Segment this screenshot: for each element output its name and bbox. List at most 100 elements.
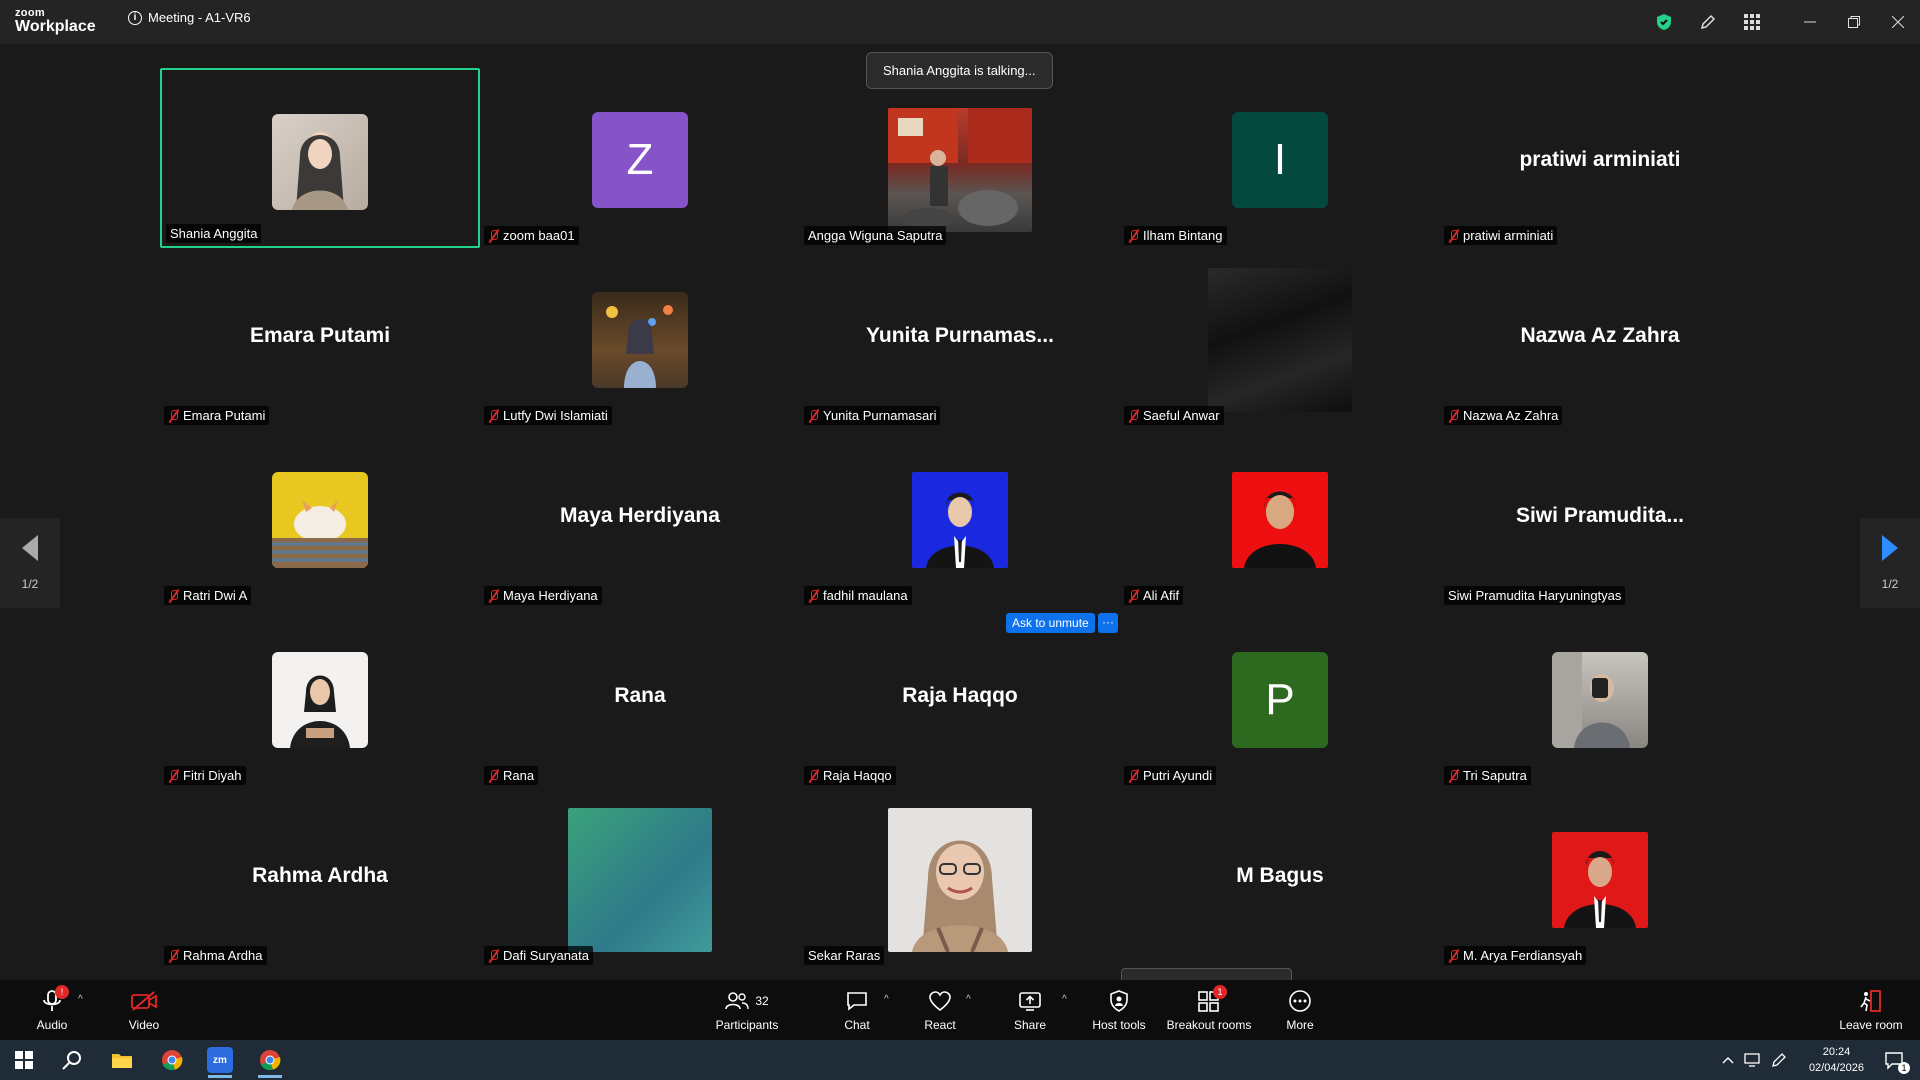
previous-page-button[interactable]: 1/2 <box>0 518 60 608</box>
next-page-button[interactable]: 1/2 <box>1860 518 1920 608</box>
audio-button[interactable]: ! Audio <box>30 980 74 1040</box>
participant-photo <box>1552 652 1648 748</box>
close-icon[interactable] <box>1876 0 1920 44</box>
pen-workspace-icon[interactable] <box>1766 1044 1792 1076</box>
windows-start-icon[interactable] <box>4 1044 44 1076</box>
leave-room-button[interactable]: Leave room <box>1836 980 1906 1040</box>
host-tools-button[interactable]: Host tools <box>1088 980 1150 1040</box>
participant-tile[interactable]: Fitri Diyah <box>160 608 480 788</box>
video-off-icon <box>131 990 157 1011</box>
video-button[interactable]: Video <box>122 980 166 1040</box>
more-label: More <box>1286 1017 1314 1032</box>
zoom-taskbar-icon[interactable]: zm <box>200 1044 240 1078</box>
mic-muted-icon <box>488 769 500 783</box>
participant-name-label: Maya Herdiyana <box>484 586 602 605</box>
participant-display-name: Rahma Ardha <box>252 864 388 887</box>
taskbar-clock[interactable]: 20:24 02/04/2026 <box>1809 1044 1864 1076</box>
participants-label: Participants <box>715 1017 779 1032</box>
chat-button[interactable]: Chat <box>838 980 876 1040</box>
chat-options-caret-icon[interactable]: ^ <box>884 994 889 1005</box>
tray-chevron-icon[interactable] <box>1716 1044 1740 1076</box>
participant-initial-avatar: Z <box>592 112 688 208</box>
participant-name-label: Dafi Suryanata <box>484 946 593 965</box>
breakout-rooms-label: Breakout rooms <box>1166 1017 1252 1032</box>
mic-muted-icon <box>808 589 820 603</box>
participant-tile[interactable]: Nazwa Az Zahra Nazwa Az Zahra <box>1440 248 1760 428</box>
react-options-caret-icon[interactable]: ^ <box>966 994 971 1005</box>
chrome-window-icon[interactable] <box>250 1044 290 1078</box>
participant-tile[interactable]: fadhil maulana <box>800 428 1120 608</box>
more-dots-icon <box>1289 989 1311 1012</box>
participant-tile[interactable]: Maya Herdiyana Maya Herdiyana <box>480 428 800 608</box>
chrome-icon[interactable] <box>152 1044 192 1076</box>
participant-photo <box>272 472 368 568</box>
participant-tile[interactable]: Sekar Raras <box>800 788 1120 968</box>
participant-tile[interactable]: Shania Anggita <box>160 68 480 248</box>
mic-muted-icon <box>1128 409 1140 423</box>
participant-tile[interactable]: P Putri Ayundi <box>1120 608 1440 788</box>
participant-name-label: Shania Anggita <box>166 224 262 243</box>
participant-tile[interactable]: Angga Wiguna Saputra <box>800 68 1120 248</box>
network-icon[interactable] <box>1740 1044 1766 1076</box>
security-shield-icon[interactable] <box>1642 0 1686 44</box>
participant-name-label: Tri Saputra <box>1444 766 1531 785</box>
minimize-icon[interactable] <box>1788 0 1832 44</box>
notifications-icon[interactable]: 1 <box>1874 1044 1914 1076</box>
mic-muted-icon <box>1448 409 1460 423</box>
clock-time: 20:24 <box>1822 1046 1851 1058</box>
participant-tile[interactable]: Raja Haqqo Raja Haqqo <box>800 608 1120 788</box>
tile-more-options-button[interactable]: ··· <box>1098 613 1118 633</box>
participant-tile[interactable]: Yunita Purnamas... Yunita Purnamasari <box>800 248 1120 428</box>
react-button[interactable]: React <box>920 980 960 1040</box>
participant-tile[interactable]: Siwi Pramudita... Siwi Pramudita Haryuni… <box>1440 428 1760 608</box>
mic-muted-icon <box>808 409 820 423</box>
info-icon[interactable]: i <box>128 10 142 25</box>
share-options-caret-icon[interactable]: ^ <box>1062 994 1067 1005</box>
participant-tile[interactable]: Tri Saputra <box>1440 608 1760 788</box>
participant-tile[interactable]: M Bagus <box>1120 788 1440 968</box>
participant-tile[interactable]: Dafi Suryanata <box>480 788 800 968</box>
clock-date: 02/04/2026 <box>1808 1062 1864 1074</box>
file-explorer-icon[interactable] <box>102 1044 142 1076</box>
more-button[interactable]: More <box>1282 980 1318 1040</box>
participant-name-label: Angga Wiguna Saputra <box>804 226 947 245</box>
mic-muted-icon <box>168 409 180 423</box>
participant-photo <box>272 652 368 748</box>
annotate-pencil-icon[interactable] <box>1686 0 1730 44</box>
participant-photo <box>272 114 368 210</box>
leave-room-label: Leave room <box>1839 1017 1903 1032</box>
participant-tile[interactable]: Saeful Anwar <box>1120 248 1440 428</box>
participant-tile[interactable]: Ali Afif <box>1120 428 1440 608</box>
participant-display-name: pratiwi arminiati <box>1519 148 1681 171</box>
mic-muted-icon <box>168 949 180 963</box>
participant-tile[interactable]: Lutfy Dwi Islamiati <box>480 248 800 428</box>
restore-icon[interactable] <box>1832 0 1876 44</box>
audio-options-caret-icon[interactable]: ^ <box>78 994 83 1005</box>
ask-to-unmute-button[interactable]: Ask to unmute <box>1006 613 1095 633</box>
participant-name-label: Raja Haqqo <box>804 766 896 785</box>
participant-tile[interactable]: Ratri Dwi A <box>160 428 480 608</box>
participant-display-name: Yunita Purnamas... <box>866 324 1054 347</box>
participant-tile[interactable]: M. Arya Ferdiansyah <box>1440 788 1760 968</box>
participant-name-label: Ilham Bintang <box>1124 226 1227 245</box>
host-tools-label: Host tools <box>1092 1017 1146 1032</box>
share-button[interactable]: Share <box>1010 980 1050 1040</box>
chat-bubble-icon <box>847 991 867 1011</box>
participant-initial-avatar: I <box>1232 112 1328 208</box>
participant-tile[interactable]: pratiwi arminiati pratiwi arminiati <box>1440 68 1760 248</box>
participants-button[interactable]: 32 Participants <box>710 980 784 1040</box>
participant-tile[interactable]: Rahma Ardha Rahma Ardha <box>160 788 480 968</box>
meeting-info[interactable]: i Meeting - A1-VR6 <box>128 10 251 25</box>
notification-count: 1 <box>1898 1062 1910 1074</box>
participant-photo <box>888 108 1032 232</box>
participant-tile[interactable]: Emara Putami Emara Putami <box>160 248 480 428</box>
participant-tile[interactable]: I Ilham Bintang <box>1120 68 1440 248</box>
participant-name-label: Sekar Raras <box>804 946 885 965</box>
apps-grid-icon[interactable] <box>1730 0 1774 44</box>
breakout-rooms-button[interactable]: 1 Breakout rooms <box>1164 980 1254 1040</box>
participant-photo <box>1552 832 1648 928</box>
participant-tile[interactable]: Z zoom baa01 <box>480 68 800 248</box>
participant-tile[interactable]: Rana Rana <box>480 608 800 788</box>
host-shield-icon <box>1110 989 1128 1012</box>
search-icon[interactable] <box>52 1044 92 1076</box>
